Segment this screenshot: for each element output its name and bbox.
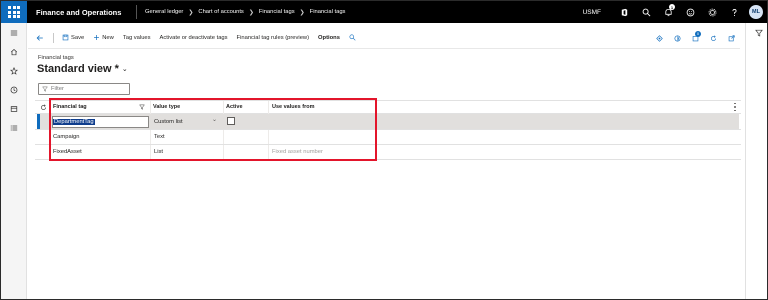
company-selector[interactable]: USMF <box>583 9 601 16</box>
tag-values-button[interactable]: Tag values <box>123 35 151 41</box>
row-selection-indicator <box>37 114 40 129</box>
value-type-cell[interactable]: List <box>154 145 163 160</box>
grid-refresh-button[interactable] <box>36 101 50 113</box>
breadcrumb-general-ledger[interactable]: General ledger <box>145 9 183 15</box>
waffle-icon <box>8 6 20 18</box>
open-new-window-icon[interactable] <box>722 34 740 42</box>
save-button[interactable]: Save <box>62 34 84 41</box>
notification-bell-icon[interactable]: 1 <box>657 1 679 23</box>
column-header-label: Active <box>226 104 243 110</box>
column-header-use-values-from[interactable]: Use values from <box>272 101 372 113</box>
page-title: Standard view * <box>37 63 119 75</box>
filter-input[interactable] <box>51 86 121 92</box>
refresh-icon[interactable] <box>704 35 722 42</box>
page-caption: Financial tags <box>38 55 74 61</box>
refresh-icon <box>40 104 46 110</box>
home-icon[interactable] <box>1 42 27 61</box>
column-header-value-type[interactable]: Value type <box>153 101 223 113</box>
search-icon[interactable] <box>635 1 657 23</box>
column-header-financial-tag[interactable]: Financial tag <box>53 101 149 113</box>
filter-input-container[interactable] <box>38 83 130 95</box>
column-header-active[interactable]: Active <box>226 101 266 113</box>
use-values-from-cell[interactable]: Fixed asset number <box>272 145 323 160</box>
more-options-icon[interactable] <box>731 102 739 112</box>
search-icon <box>349 34 356 41</box>
clock-recent-icon[interactable] <box>1 80 27 99</box>
search-icon <box>42 86 48 92</box>
gear-icon[interactable] <box>701 1 723 23</box>
view-selector[interactable]: Standard view * ⌄ <box>37 63 128 75</box>
action-pane: Save New Tag values Activate or deactiva… <box>28 27 740 49</box>
filter-funnel-icon[interactable] <box>746 23 767 42</box>
table-row[interactable] <box>37 145 739 160</box>
office-icon[interactable] <box>613 1 635 23</box>
smiley-feedback-icon[interactable] <box>679 1 701 23</box>
new-label: New <box>102 34 114 41</box>
breadcrumb-chart-of-accounts[interactable]: Chart of accounts <box>198 9 243 15</box>
attachments-icon[interactable]: 0 <box>686 30 704 42</box>
financial-tag-cell-editor[interactable]: DepartmentTag <box>52 115 149 128</box>
star-favorites-icon[interactable] <box>1 61 27 80</box>
options-tab[interactable]: Options <box>318 35 340 41</box>
topbar-right-group: USMF 1 ML <box>583 1 767 23</box>
save-label: Save <box>71 34 85 41</box>
hamburger-menu-icon[interactable] <box>1 23 27 42</box>
app-title[interactable]: Finance and Operations <box>36 8 136 17</box>
plus-icon <box>94 35 100 40</box>
top-navigation-bar: Finance and Operations General ledger ❯ … <box>1 1 767 23</box>
app-window: Finance and Operations General ledger ❯ … <box>0 0 768 300</box>
action-search-button[interactable] <box>349 34 358 41</box>
save-icon <box>62 34 69 41</box>
chevron-down-icon: ⌄ <box>121 66 128 73</box>
avatar[interactable]: ML <box>749 5 763 19</box>
breadcrumb-financial-tags-page[interactable]: Financial tags <box>310 9 346 15</box>
office-icon[interactable] <box>668 35 686 42</box>
topbar-divider <box>136 5 137 19</box>
chevron-right-icon: ❯ <box>188 9 194 16</box>
back-button[interactable] <box>33 34 47 42</box>
chevron-right-icon: ❯ <box>248 9 254 16</box>
value-type-cell[interactable]: Custom list <box>154 114 183 129</box>
chevron-down-icon[interactable]: ⌄ <box>212 116 217 123</box>
table-row[interactable] <box>37 130 739 145</box>
activate-deactivate-tags-button[interactable]: Activate or deactivate tags <box>160 35 228 41</box>
help-icon[interactable] <box>723 1 745 23</box>
financial-tag-rules-button[interactable]: Financial tag rules (preview) <box>237 35 310 41</box>
row-divider <box>35 159 741 160</box>
column-header-label: Financial tag <box>53 104 87 110</box>
new-button[interactable]: New <box>93 34 114 41</box>
workspace-icon[interactable] <box>1 99 27 118</box>
arrow-left-icon <box>36 34 43 41</box>
column-header-label: Value type <box>153 104 181 110</box>
filter-pane-rail <box>745 23 767 299</box>
value-type-cell[interactable]: Text <box>154 130 165 145</box>
financial-tag-cell[interactable]: FixedAsset <box>53 145 82 160</box>
column-header-label: Use values from <box>272 104 315 110</box>
chevron-right-icon: ❯ <box>299 9 305 16</box>
filter-funnel-icon[interactable] <box>139 104 145 110</box>
financial-tag-value: DepartmentTag <box>53 118 95 125</box>
breadcrumb: General ledger ❯ Chart of accounts ❯ Fin… <box>145 9 345 16</box>
app-launcher-button[interactable] <box>1 1 27 23</box>
financial-tag-cell[interactable]: Campaign <box>53 130 79 145</box>
attachments-badge: 0 <box>695 30 701 37</box>
action-divider <box>53 32 54 43</box>
power-apps-icon[interactable] <box>650 34 668 42</box>
action-pane-right-group: 0 <box>650 27 740 49</box>
navigation-rail <box>1 23 27 299</box>
notification-badge: 1 <box>669 4 675 10</box>
list-modules-icon[interactable] <box>1 118 27 137</box>
breadcrumb-financial-tags-module[interactable]: Financial tags <box>259 9 295 15</box>
active-checkbox[interactable] <box>227 117 235 125</box>
